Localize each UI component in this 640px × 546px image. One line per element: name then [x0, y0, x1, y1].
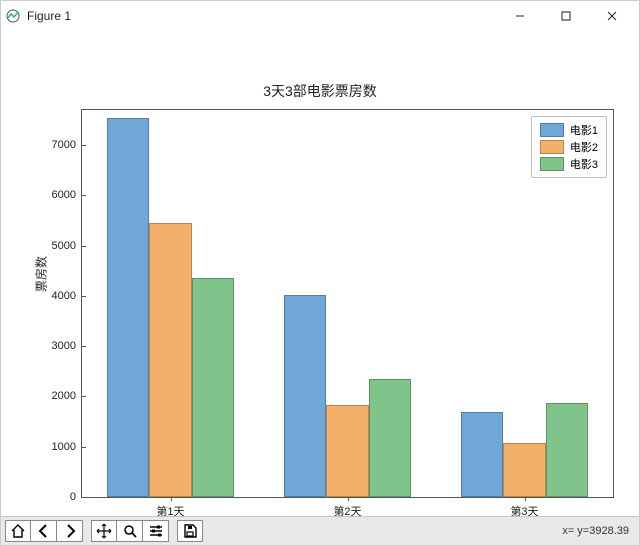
legend-swatch-icon — [540, 123, 564, 137]
legend: 电影1 电影2 电影3 — [531, 116, 607, 178]
legend-label: 电影2 — [570, 139, 598, 155]
pan-button[interactable] — [91, 520, 117, 542]
legend-label: 电影1 — [570, 122, 598, 138]
x-tick-label: 第1天 — [156, 497, 184, 519]
bar — [326, 405, 368, 497]
bar — [546, 403, 588, 497]
legend-label: 电影3 — [570, 156, 598, 172]
y-tick-label: 6000 — [52, 189, 82, 201]
legend-item: 电影1 — [540, 122, 598, 138]
y-tick-label: 7000 — [52, 139, 82, 151]
title-bar: Figure 1 — [1, 1, 639, 31]
y-tick-label: 3000 — [52, 340, 82, 352]
figure-canvas[interactable]: 3天3部电影票房数 票房数 电影1 电影2 电影3 01000200030004… — [1, 31, 639, 516]
navigation-toolbar: x= y=3928.39 — [1, 516, 639, 545]
bar — [503, 443, 545, 497]
x-tick-label: 第3天 — [510, 497, 538, 519]
figure-window: Figure 1 3天3部电影票房数 票房数 电影1 电影2 电影3 01000… — [0, 0, 640, 546]
zoom-button[interactable] — [117, 520, 143, 542]
cursor-coords: x= y=3928.39 — [562, 525, 635, 537]
y-tick-label: 2000 — [52, 390, 82, 402]
bar — [149, 223, 191, 497]
chart-title: 3天3部电影票房数 — [1, 81, 639, 101]
back-button[interactable] — [31, 520, 57, 542]
legend-item: 电影3 — [540, 156, 598, 172]
legend-swatch-icon — [540, 140, 564, 154]
configure-subplots-button[interactable] — [143, 520, 169, 542]
y-axis-label: 票房数 — [33, 255, 50, 291]
home-button[interactable] — [5, 520, 31, 542]
minimize-button[interactable] — [497, 1, 543, 31]
window-title: Figure 1 — [27, 9, 71, 23]
maximize-button[interactable] — [543, 1, 589, 31]
y-tick-label: 5000 — [52, 240, 82, 252]
bar — [461, 412, 503, 497]
y-tick-label: 1000 — [52, 441, 82, 453]
forward-button[interactable] — [57, 520, 83, 542]
close-button[interactable] — [589, 1, 635, 31]
legend-item: 电影2 — [540, 139, 598, 155]
bar — [369, 379, 411, 497]
plot-area: 电影1 电影2 电影3 0100020003000400050006000700… — [81, 109, 614, 498]
save-button[interactable] — [177, 520, 203, 542]
bar — [192, 278, 234, 497]
y-tick-label: 4000 — [52, 290, 82, 302]
legend-swatch-icon — [540, 157, 564, 171]
y-tick-label: 0 — [70, 491, 82, 503]
app-icon — [5, 8, 21, 24]
x-tick-label: 第2天 — [333, 497, 361, 519]
bar — [284, 295, 326, 497]
bar — [107, 118, 149, 497]
